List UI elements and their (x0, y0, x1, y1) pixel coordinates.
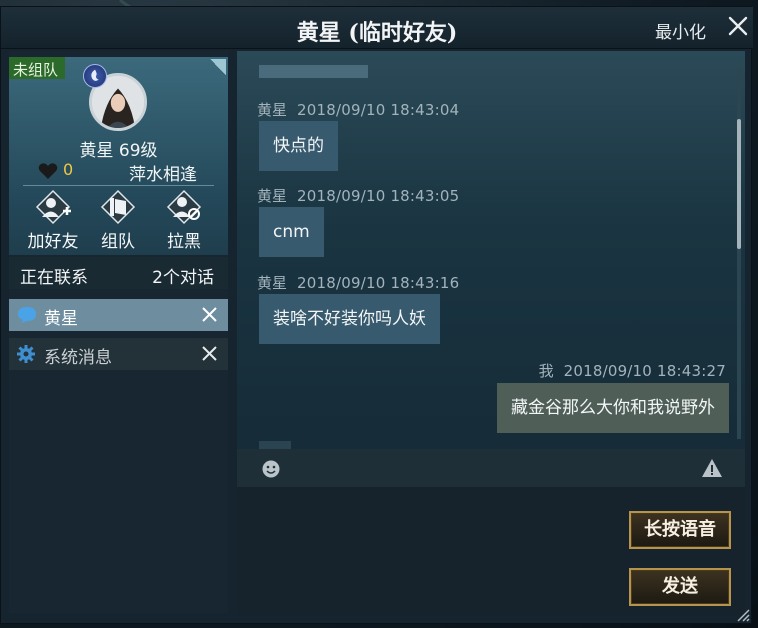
send-button[interactable]: 发送 (629, 568, 731, 606)
chat-window: 黄星 (临时好友) 最小化 未组队 黄星 69级 0 萍水相逢 加好友 组队 拉… (0, 6, 753, 624)
conversation-count: 2个对话 (152, 268, 214, 288)
left-panel: 未组队 黄星 69级 0 萍水相逢 加好友 组队 拉黑 正在联系 2个对话 黄星… (9, 51, 228, 613)
profile-divider (23, 185, 214, 186)
block-label: 拉黑 (167, 232, 201, 252)
conversation-item-huangxing[interactable]: 黄星 (9, 299, 228, 331)
minimize-button[interactable]: 最小化 (655, 18, 706, 43)
message-bubble: 装啥不好装你吗人妖 (259, 294, 440, 344)
input-toolbar (237, 449, 745, 487)
friendship-value: 0 (63, 160, 74, 179)
report-warning-icon[interactable] (701, 458, 723, 478)
scrollbar-thumb[interactable] (737, 119, 741, 249)
block-icon (166, 189, 202, 225)
message-bubble: 藏金谷那么大你和我说野外 (497, 383, 729, 433)
voice-button[interactable]: 长按语音 (629, 511, 731, 549)
team-button[interactable]: 组队 (88, 189, 148, 252)
heart-icon (38, 163, 58, 179)
message-meta: 黄星 2018/09/10 18:43:04 (257, 99, 459, 120)
chat-bubble-icon (18, 307, 36, 323)
add-friend-label: 加好友 (27, 232, 79, 252)
add-friend-button[interactable]: 加好友 (23, 189, 83, 252)
close-window-icon[interactable] (727, 15, 749, 37)
message-sender: 黄星 (257, 101, 288, 119)
resize-handle-icon[interactable] (736, 608, 750, 622)
message-list[interactable]: 黄星 2018/09/10 18:43:04 快点的 黄星 2018/09/10 1… (237, 51, 745, 449)
profile-card: 未组队 黄星 69级 0 萍水相逢 加好友 组队 拉黑 (9, 57, 228, 255)
team-label: 组队 (101, 232, 135, 252)
message-time: 2018/09/10 18:43:04 (297, 101, 460, 119)
add-friend-icon (35, 189, 71, 225)
player-name-level: 黄星 69级 (79, 141, 158, 161)
card-corner-fold (210, 59, 226, 75)
conversation-label: 系统消息 (44, 348, 112, 368)
team-status-badge: 未组队 (9, 57, 65, 79)
gear-icon (17, 345, 35, 363)
message-time: 2018/09/10 18:43:27 (563, 362, 726, 380)
message-time: 2018/09/10 18:43:05 (297, 187, 460, 205)
school-emblem-icon (83, 64, 107, 88)
message-sender: 黄星 (257, 274, 288, 292)
message-meta: 黄星 2018/09/10 18:43:16 (257, 272, 459, 293)
message-time: 2018/09/10 18:43:16 (297, 274, 460, 292)
contacts-header: 正在联系 2个对话 (9, 257, 228, 289)
message-bubble: 快点的 (259, 121, 338, 171)
close-conversation-icon[interactable] (201, 345, 218, 362)
message-meta: 我 2018/09/10 18:43:27 (539, 360, 726, 381)
team-icon (100, 189, 136, 225)
conversation-label: 黄星 (44, 309, 78, 329)
relation-status: 萍水相逢 (129, 165, 197, 185)
message-sender: 我 (538, 362, 554, 380)
message-meta: 黄星 2018/09/10 18:43:05 (257, 185, 459, 206)
close-conversation-icon[interactable] (201, 306, 218, 323)
message-input[interactable]: 长按语音 发送 (237, 487, 745, 615)
block-button[interactable]: 拉黑 (154, 189, 214, 252)
message-sender: 黄星 (257, 187, 288, 205)
contacts-title: 正在联系 (20, 268, 88, 288)
truncated-message-meta (259, 441, 291, 449)
message-bubble: cnm (259, 207, 324, 257)
title-bar: 黄星 (临时好友) 最小化 (1, 7, 753, 49)
truncated-message (259, 65, 368, 78)
window-title: 黄星 (临时好友) (296, 20, 458, 46)
conversation-item-system[interactable]: 系统消息 (9, 338, 228, 370)
emoji-icon[interactable] (261, 459, 281, 479)
